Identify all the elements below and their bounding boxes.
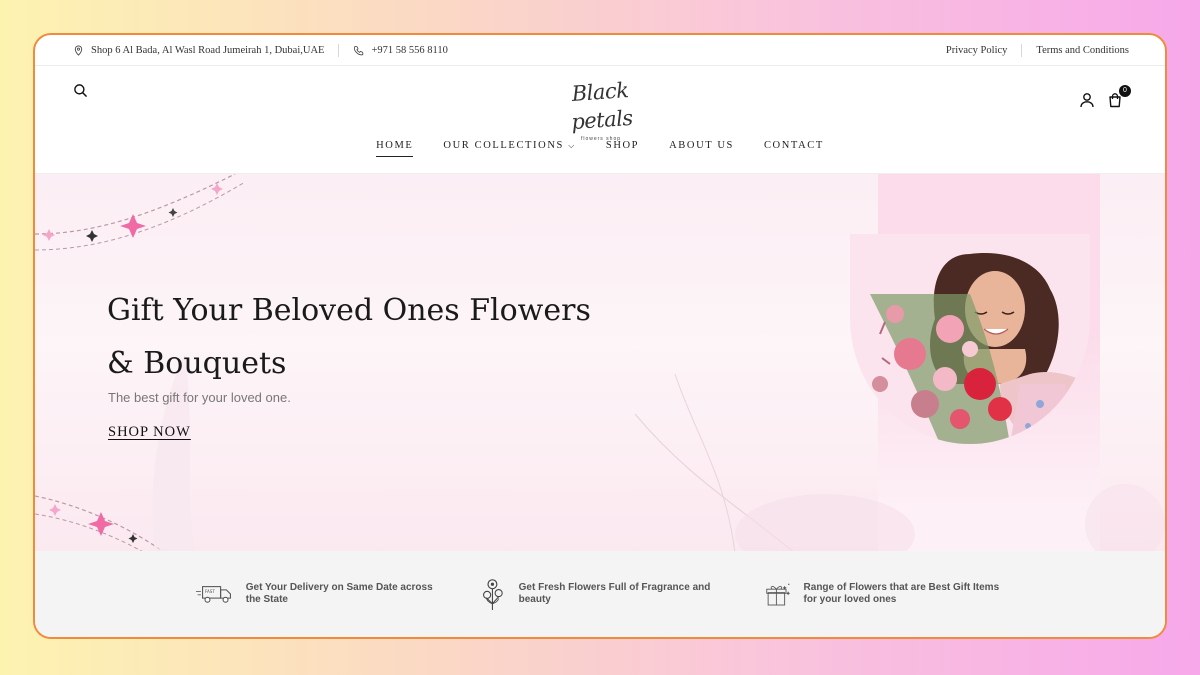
phone-info[interactable]: +971 58 556 8110	[353, 45, 448, 56]
nav-item-label: OUR COLLECTIONS	[443, 140, 564, 151]
svg-text:FAST: FAST	[205, 589, 215, 594]
location-pin-icon	[74, 44, 83, 56]
flower-icon	[483, 579, 503, 610]
delivery-truck-icon: FAST	[196, 586, 231, 603]
nav-item-contact[interactable]: CONTACT	[764, 140, 824, 157]
privacy-policy-link[interactable]: Privacy Policy	[946, 45, 1008, 56]
feature-text: Get Your Delivery on Same Date across th…	[245, 582, 433, 605]
main-navigation: HOME OUR COLLECTIONS ⌵ SHOP ABOUT US CON…	[35, 140, 1165, 157]
feature-text: Range of Flowers that are Best Gift Item…	[803, 582, 1000, 605]
phone-text[interactable]: +971 58 556 8110	[371, 45, 447, 56]
nav-item-shop[interactable]: SHOP	[606, 140, 639, 157]
nav-item-about-us[interactable]: ABOUT US	[669, 140, 734, 157]
nav-item-our-collections[interactable]: OUR COLLECTIONS ⌵	[443, 140, 575, 157]
features-strip: FAST Get Your Delivery on Same Date acro…	[35, 551, 1165, 637]
search-button[interactable]	[73, 83, 88, 103]
hero-banner: Gift Your Beloved Ones Flowers & Bouquet…	[35, 174, 1165, 553]
logo-script: Black petals	[570, 78, 634, 135]
brand-logo[interactable]: Black petals flowers shop	[553, 78, 649, 142]
hero-subtitle: The best gift for your loved one.	[108, 390, 291, 405]
feature-same-day-delivery: FAST Get Your Delivery on Same Date acro…	[196, 581, 436, 607]
address-info: Shop 6 Al Bada, Al Wasl Road Jumeirah 1,…	[73, 45, 324, 56]
feature-gift-items: Range of Flowers that are Best Gift Item…	[764, 576, 1004, 612]
cart-button[interactable]: 0	[1107, 85, 1131, 113]
phone-icon	[354, 45, 364, 55]
search-icon	[74, 84, 87, 97]
user-icon	[1080, 93, 1094, 108]
chevron-down-icon: ⌵	[568, 141, 576, 150]
shop-now-link[interactable]: SHOP NOW	[108, 424, 191, 441]
divider	[1021, 43, 1023, 57]
gift-box-icon	[766, 583, 791, 606]
cart-count-badge: 0	[1119, 85, 1131, 97]
site-header: Black petals flowers shop 0 HOME OUR COL…	[35, 66, 1165, 174]
feature-text: Get Fresh Flowers Full of Fragrance and …	[518, 582, 711, 605]
terms-link[interactable]: Terms and Conditions	[1036, 45, 1129, 56]
feature-fresh-flowers: Get Fresh Flowers Full of Fragrance and …	[480, 575, 720, 613]
browser-frame: Shop 6 Al Bada, Al Wasl Road Jumeirah 1,…	[33, 33, 1167, 639]
top-info-bar: Shop 6 Al Bada, Al Wasl Road Jumeirah 1,…	[35, 35, 1165, 66]
address-text: Shop 6 Al Bada, Al Wasl Road Jumeirah 1,…	[91, 44, 325, 56]
account-button[interactable]	[1079, 92, 1095, 113]
divider	[338, 43, 340, 57]
hero-title: Gift Your Beloved Ones Flowers & Bouquet…	[107, 293, 591, 381]
nav-item-home[interactable]: HOME	[376, 140, 414, 157]
